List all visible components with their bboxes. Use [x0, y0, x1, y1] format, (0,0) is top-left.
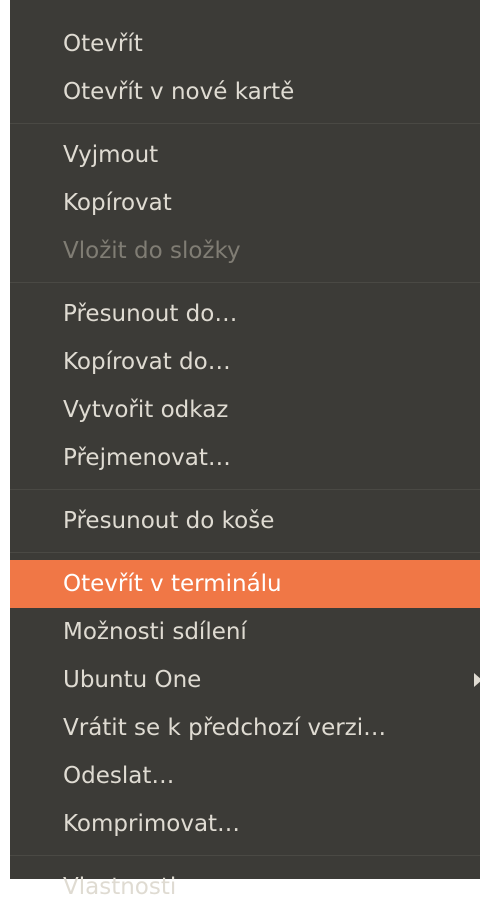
menu-item-paste-into-folder: Vložit do složky	[63, 238, 241, 264]
menu-item-open[interactable]: Otevřít	[10, 20, 480, 68]
context-menu: Otevřít Otevřít v nové kartě Vyjmout Kop…	[10, 0, 480, 900]
menu-separator	[10, 855, 480, 856]
menu-item-send-to[interactable]: Odeslat…	[10, 752, 480, 800]
menu-item-open-in-terminal[interactable]: Otevřít v terminálu	[10, 560, 480, 608]
menu-item-make-link[interactable]: Vytvořit odkaz	[10, 386, 480, 434]
menu-item-move-to-trash[interactable]: Přesunout do koše	[10, 497, 480, 545]
menu-item-ubuntu-one[interactable]: Ubuntu One	[10, 656, 480, 704]
menu-item-move-to[interactable]: Přesunout do…	[10, 290, 480, 338]
menu-item-properties[interactable]: Vlastnosti	[10, 863, 480, 911]
menu-item-cut[interactable]: Vyjmout	[10, 131, 480, 179]
menu-separator	[10, 282, 480, 283]
menu-item-copy-to[interactable]: Kopírovat do…	[10, 338, 480, 386]
menu-item-sharing-options[interactable]: Možnosti sdílení	[10, 608, 480, 656]
menu-item-copy[interactable]: Kopírovat	[10, 179, 480, 227]
menu-item-compress[interactable]: Komprimovat…	[10, 800, 480, 848]
menu-item-revert-to-previous-version[interactable]: Vrátit se k předchozí verzi…	[10, 704, 480, 752]
menu-item-ubuntu-one-label: Ubuntu One	[63, 667, 202, 693]
menu-separator	[10, 489, 480, 490]
submenu-arrow-icon	[474, 673, 480, 687]
menu-separator	[10, 123, 480, 124]
menu-item-open-in-new-tab[interactable]: Otevřít v nové kartě	[10, 68, 480, 116]
menu-item-rename[interactable]: Přejmenovat…	[10, 434, 480, 482]
menu-separator	[10, 552, 480, 553]
